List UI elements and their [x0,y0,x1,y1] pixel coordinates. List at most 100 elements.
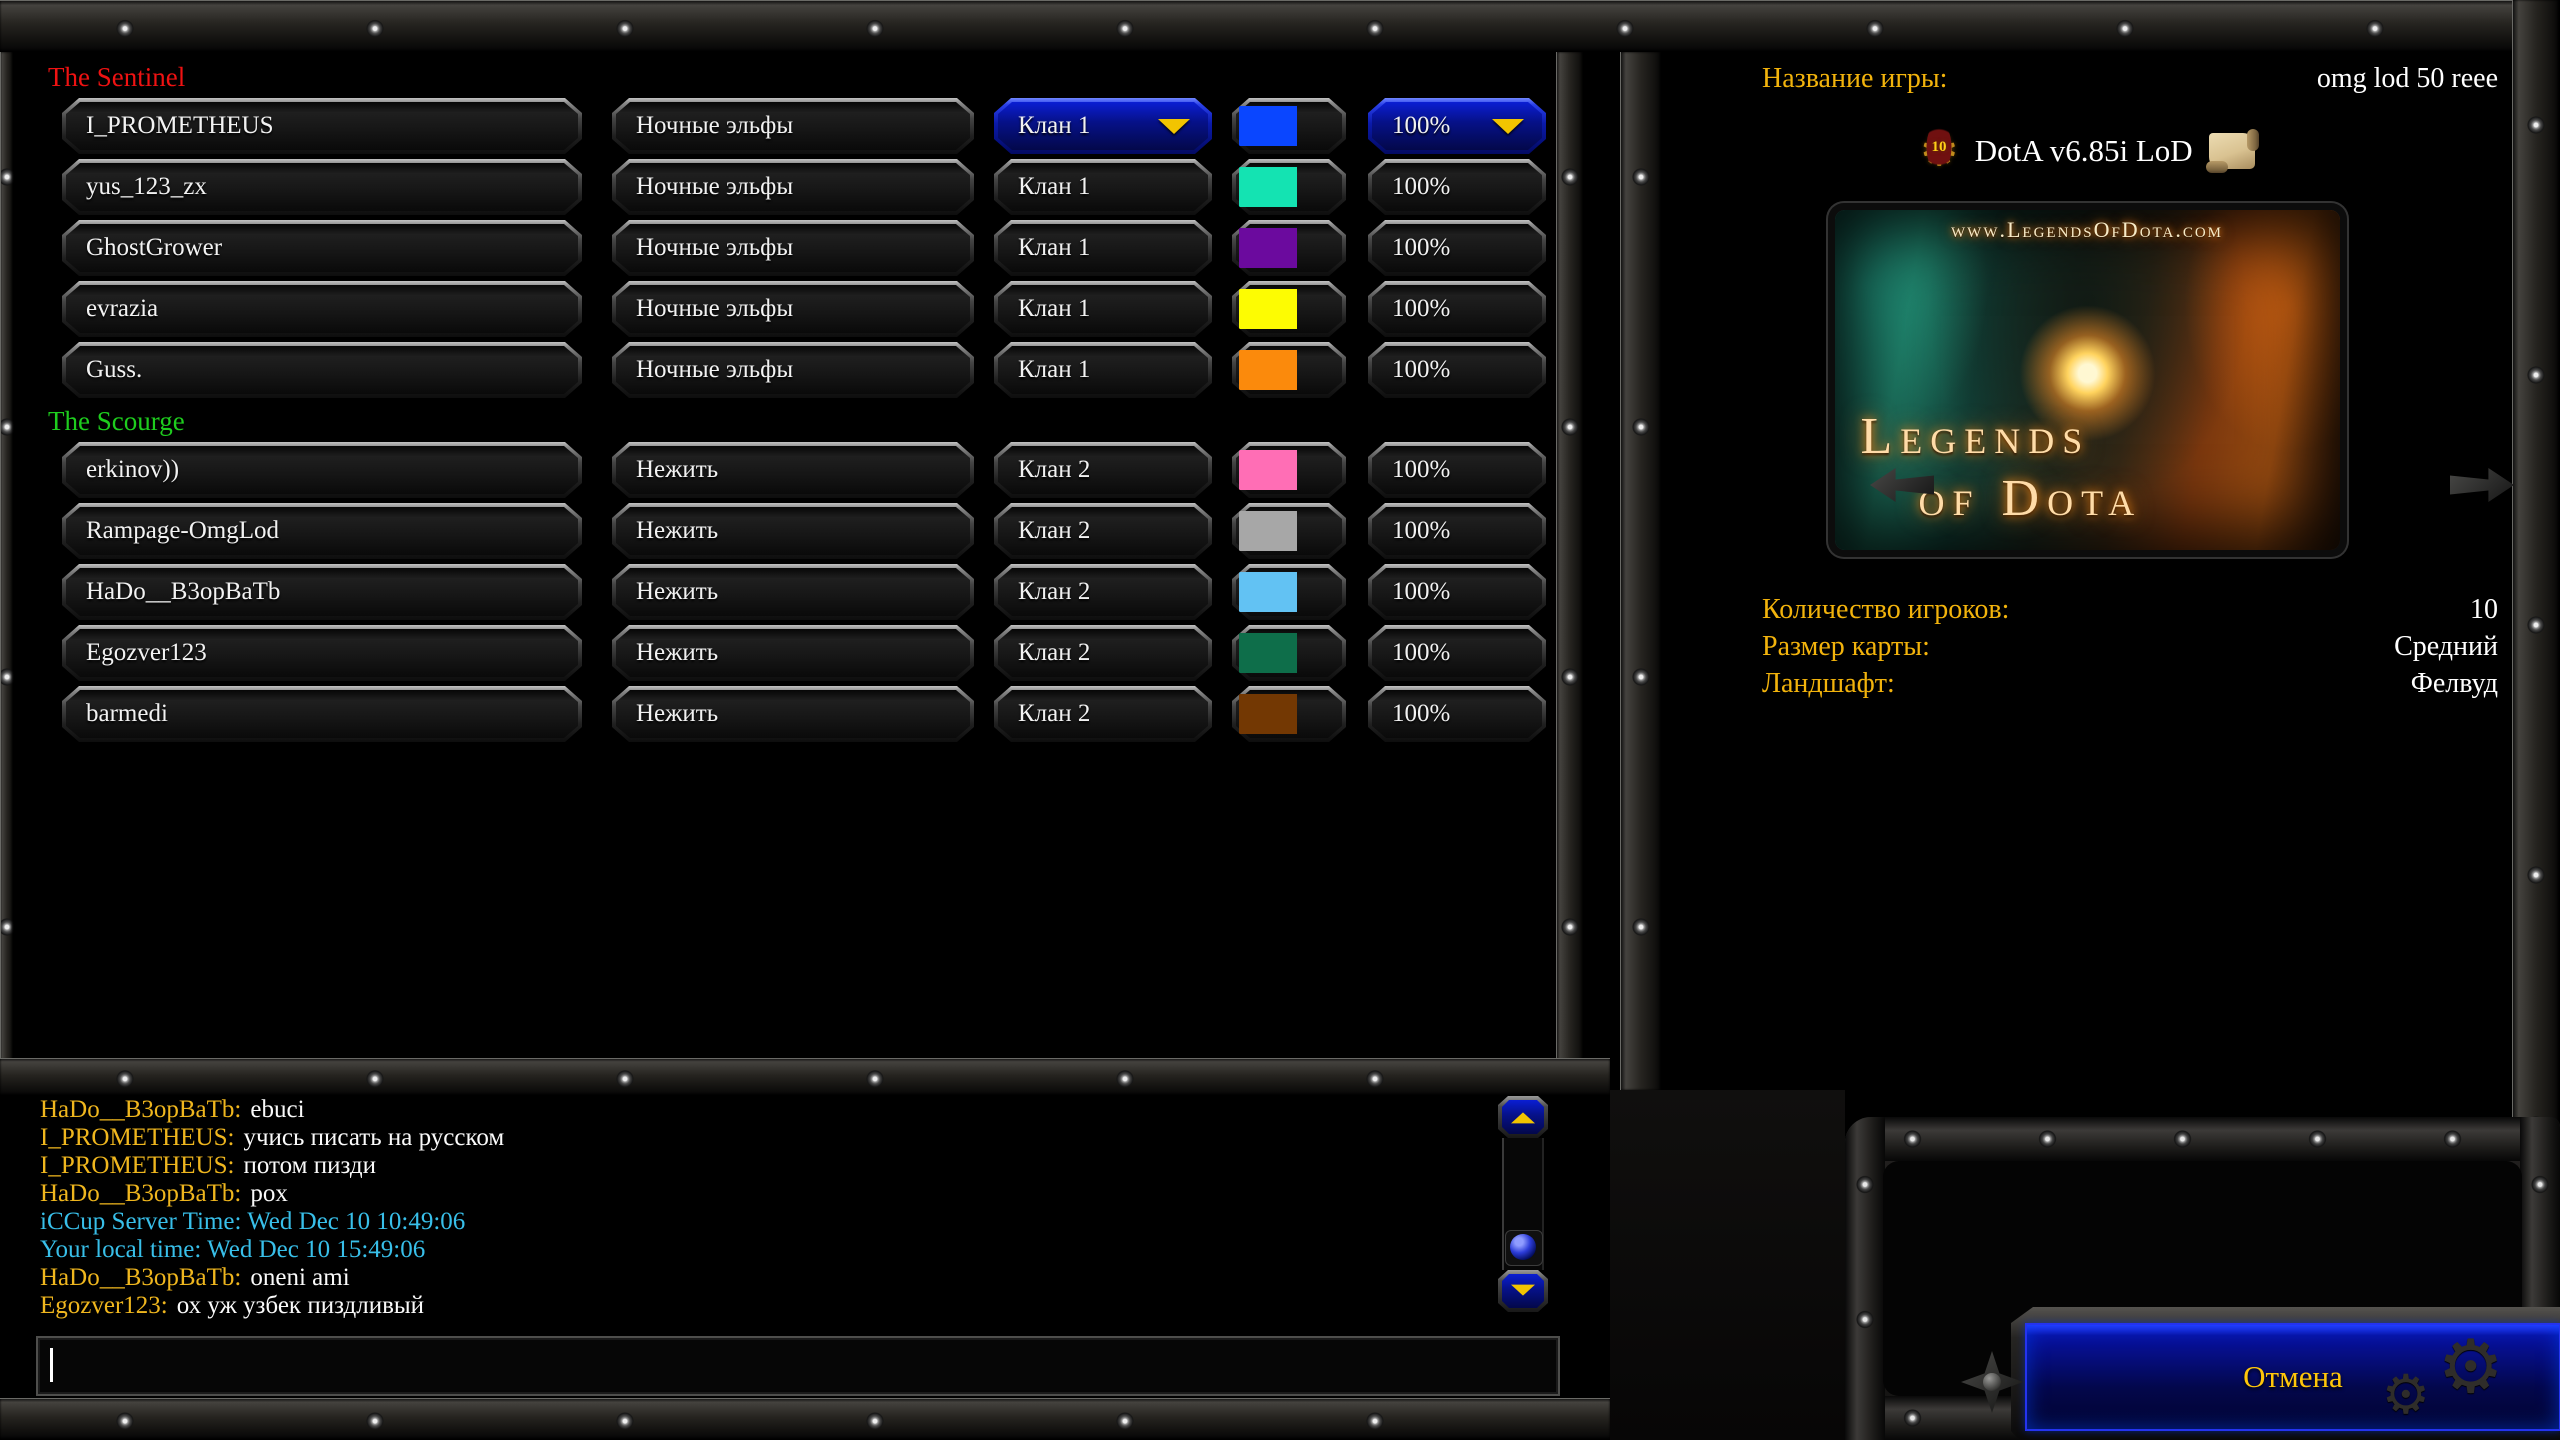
player-name-slot: Guss. [62,342,582,398]
player-color-button [1232,220,1346,276]
player-count-row: Количество игроков: 10 [1662,591,2512,628]
team-header-scourge: The Scourge [48,406,185,436]
player-race-slot: Ночные эльфы [612,159,974,215]
player-name-slot: GhostGrower [62,220,582,276]
player-count-badge: 10 [1926,122,1952,172]
player-row: Guss. Ночные эльфы Клан 1 100% [40,342,1552,398]
player-name-slot: Rampage-OmgLod [62,503,582,559]
map-preview-url-text: www.LegendsOfDota.com [1951,217,2223,242]
player-name-slot: barmedi [62,686,582,742]
player-row: evrazia Ночные эльфы Клан 1 100% [40,281,1552,337]
game-name-label: Название игры: [1762,63,1948,94]
player-name-slot: erkinov)) [62,442,582,498]
panel-top-rivets [1845,1117,2560,1161]
player-race-slot: Ночные эльфы [612,220,974,276]
team-slot: Клан 1 [994,159,1212,215]
scrollbar-thumb[interactable] [1505,1230,1543,1266]
chat-top-bar [0,1058,1610,1096]
gear-decoration-icon: ⚙ [2381,1363,2430,1426]
player-name-slot: yus_123_zx [62,159,582,215]
player-color-swatch [1239,289,1297,329]
panel-left-rivets [1845,1117,1885,1440]
game-info-panel: Название игры: omg lod 50 reee ⚙10 DotA … [1662,60,2514,702]
team-slot: Клан 2 [994,503,1212,559]
map-preview-title-line2: of Dota [1918,470,2143,527]
map-preview-title-line1: Legends [1860,408,2091,465]
team-slot: Клан 2 [994,564,1212,620]
player-color-button [1232,159,1346,215]
team-slot: Клан 1 [994,220,1212,276]
team-dropdown[interactable]: Клан 1 [994,98,1212,154]
player-race-slot: Ночные эльфы [612,98,974,154]
scroll-icon [2205,129,2259,173]
player-race-slot: Нежить [612,503,974,559]
player-name-slot: Egozver123 [62,625,582,681]
player-color-swatch [1239,633,1297,673]
player-row: Egozver123 Нежить Клан 2 100% [40,625,1552,681]
chevron-down-icon [1492,119,1524,134]
handicap-slot: 100% [1368,625,1546,681]
player-color-button [1232,625,1346,681]
handicap-dropdown[interactable]: 100% [1368,98,1546,154]
player-row: GhostGrower Ночные эльфы Клан 1 100% [40,220,1552,276]
handicap-slot: 100% [1368,281,1546,337]
team-header-sentinel: The Sentinel [48,62,186,92]
player-race-slot: Нежить [612,564,974,620]
team-slot: Клан 2 [994,686,1212,742]
player-color-swatch [1239,694,1297,734]
bottom-middle-filler [1610,1090,1845,1440]
player-color-button [1232,686,1346,742]
lobby-slots-panel: The Sentinel I_PROMETHEUS Ночные эльфы К… [40,62,1552,747]
player-row: HaDo__B3opBaTb Нежить Клан 2 100% [40,564,1552,620]
map-preview-image: www.LegendsOfDota.com Legends of Dota [1834,210,2340,550]
chevron-down-icon [1158,119,1190,134]
handicap-slot: 100% [1368,503,1546,559]
chat-line-system: Your local time: Wed Dec 10 15:49:06 [40,1236,426,1263]
gear-icon: ⚙10 [1919,122,1959,173]
triangle-up-icon [1511,1112,1535,1123]
player-row: Rampage-OmgLod Нежить Клан 2 100% [40,503,1552,559]
player-color-button [1232,564,1346,620]
chat-input[interactable] [36,1336,1560,1396]
player-color-swatch [1239,106,1297,146]
player-row: barmedi Нежить Клан 2 100% [40,686,1552,742]
player-color-button [1232,342,1346,398]
map-preview-frame: www.LegendsOfDota.com Legends of Dota [1825,201,2349,559]
triangle-down-icon [1511,1285,1535,1296]
handicap-slot: 100% [1368,442,1546,498]
gear-decoration-icon: ⚙ [2437,1324,2504,1410]
scroll-up-button[interactable] [1498,1096,1548,1138]
right-panel-left-strip [1620,52,1662,1090]
chat-scrollbar[interactable] [1498,1096,1548,1312]
team-slot: Клан 1 [994,342,1212,398]
chat-line: HaDo__B3opBaTb: ebuci [40,1096,305,1123]
map-size-value: Средний [2394,631,2498,662]
cancel-panel-frame: Отмена ⚙ ⚙ [1845,1117,2560,1440]
chat-line: Egozver123: ох уж узбек пиздливый [40,1292,425,1319]
bottom-frame-bar [0,1398,1610,1440]
player-row: erkinov)) Нежить Клан 2 100% [40,442,1552,498]
scroll-down-button[interactable] [1498,1270,1548,1312]
cancel-panel-interior: Отмена ⚙ ⚙ [1883,1161,2522,1396]
player-race-slot: Нежить [612,686,974,742]
team-slot: Клан 2 [994,442,1212,498]
player-count-label: Количество игроков: [1762,594,2010,625]
player-color-swatch [1239,572,1297,612]
map-title-row: ⚙10 DotA v6.85i LoD [1662,122,2512,179]
player-color-button [1232,503,1346,559]
top-frame-bar [0,0,2560,52]
chat-line: I_PROMETHEUS: учись писать на русском [40,1124,505,1151]
team-slot: Клан 1 [994,281,1212,337]
player-race-slot: Ночные эльфы [612,342,974,398]
chat-line-system: iCCup Server Time: Wed Dec 10 10:49:06 [40,1208,466,1235]
player-color-swatch [1239,228,1297,268]
chat-log: HaDo__B3opBaTb: ebuci I_PROMETHEUS: учись … [40,1096,1480,1320]
player-name-slot: I_PROMETHEUS [62,98,582,154]
player-color-button[interactable] [1232,98,1346,154]
player-color-button [1232,442,1346,498]
terrain-row: Ландшафт: Фелвуд [1662,665,2512,702]
player-row: yus_123_zx Ночные эльфы Клан 1 100% [40,159,1552,215]
game-name-row: Название игры: omg lod 50 reee [1662,60,2512,97]
scrollbar-orb [1510,1234,1536,1260]
map-size-label: Размер карты: [1762,631,1930,662]
